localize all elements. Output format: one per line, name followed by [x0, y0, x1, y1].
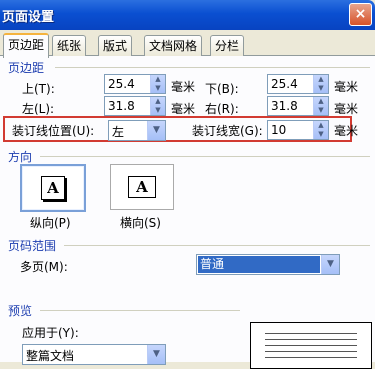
- chevron-down-icon[interactable]: ▼: [321, 255, 339, 274]
- gutter-label: 装订线宽(G):: [192, 124, 263, 138]
- gutter-spinbox[interactable]: 10 ▲ ▼: [267, 120, 329, 140]
- spin-up-icon[interactable]: ▲: [314, 97, 328, 106]
- tab-margins[interactable]: 页边距: [3, 33, 50, 58]
- right-margin-spinbox[interactable]: 31.8 ▲ ▼: [267, 96, 329, 116]
- gutter-position-value: 左: [112, 125, 125, 139]
- portrait-label[interactable]: 纵向(P): [30, 214, 71, 231]
- multiple-pages-select[interactable]: 普通 ▼: [196, 254, 340, 275]
- right-margin-unit: 毫米: [334, 102, 359, 116]
- section-divider: [40, 156, 370, 157]
- gutter-position-select[interactable]: 左 ▼: [108, 120, 166, 141]
- bottom-margin-unit: 毫米: [334, 80, 359, 94]
- spin-down-icon[interactable]: ▼: [314, 106, 328, 115]
- top-margin-value: 25.4: [108, 77, 135, 91]
- window-title: 页面设置: [2, 10, 55, 25]
- gutter-value: 10: [271, 123, 287, 137]
- pages-section-label: 页码范围: [8, 239, 57, 253]
- tab-paper[interactable]: 纸张: [52, 35, 87, 56]
- right-margin-label: 右(R):: [205, 102, 239, 116]
- portrait-icon: A: [41, 176, 65, 200]
- landscape-icon: A: [128, 176, 156, 198]
- spin-up-icon[interactable]: ▲: [151, 97, 165, 106]
- section-divider: [40, 310, 240, 311]
- left-margin-label: 左(L):: [22, 102, 55, 116]
- preview-section-label: 预览: [8, 304, 33, 318]
- top-margin-unit: 毫米: [171, 80, 196, 94]
- portrait-option[interactable]: A: [20, 164, 86, 212]
- close-icon: ×: [354, 6, 367, 22]
- top-margin-spinbox[interactable]: 25.4 ▲ ▼: [104, 74, 166, 94]
- landscape-option[interactable]: A: [110, 164, 174, 210]
- title-bar[interactable]: 页面设置 ×: [0, 0, 375, 30]
- section-divider: [55, 67, 370, 68]
- tab-columns[interactable]: 分栏: [210, 35, 245, 56]
- apply-to-select[interactable]: 整篇文档 ▼: [22, 344, 166, 365]
- top-margin-label: 上(T):: [22, 82, 55, 96]
- multiple-pages-value: 普通: [198, 256, 320, 273]
- margins-section-label: 页边距: [8, 61, 45, 75]
- tab-layout[interactable]: 版式: [98, 35, 133, 56]
- spin-up-icon[interactable]: ▲: [314, 121, 328, 130]
- chevron-down-icon[interactable]: ▼: [147, 345, 165, 364]
- spin-down-icon[interactable]: ▼: [314, 84, 328, 93]
- close-button[interactable]: ×: [349, 3, 372, 26]
- bottom-margin-label: 下(B):: [205, 82, 239, 96]
- preview-page: [250, 322, 372, 369]
- orientation-section-label: 方向: [8, 150, 33, 164]
- tab-document-grid[interactable]: 文档网格: [144, 35, 203, 56]
- spin-down-icon[interactable]: ▼: [314, 130, 328, 139]
- apply-to-label: 应用于(Y):: [22, 326, 79, 340]
- bottom-margin-spinbox[interactable]: 25.4 ▲ ▼: [267, 74, 329, 94]
- left-margin-unit: 毫米: [171, 102, 196, 116]
- left-margin-spinbox[interactable]: 31.8 ▲ ▼: [104, 96, 166, 116]
- spin-up-icon[interactable]: ▲: [151, 75, 165, 84]
- spin-up-icon[interactable]: ▲: [314, 75, 328, 84]
- bottom-margin-value: 25.4: [271, 77, 298, 91]
- apply-to-value: 整篇文档: [26, 349, 75, 363]
- chevron-down-icon[interactable]: ▼: [147, 121, 165, 140]
- landscape-label[interactable]: 横向(S): [120, 214, 161, 231]
- right-margin-value: 31.8: [271, 99, 298, 113]
- gutter-unit: 毫米: [334, 124, 359, 138]
- spin-down-icon[interactable]: ▼: [151, 106, 165, 115]
- spin-down-icon[interactable]: ▼: [151, 84, 165, 93]
- multiple-pages-label: 多页(M):: [20, 260, 68, 274]
- gutter-position-label: 装订线位置(U):: [12, 124, 95, 138]
- section-divider: [64, 245, 370, 246]
- left-margin-value: 31.8: [108, 99, 135, 113]
